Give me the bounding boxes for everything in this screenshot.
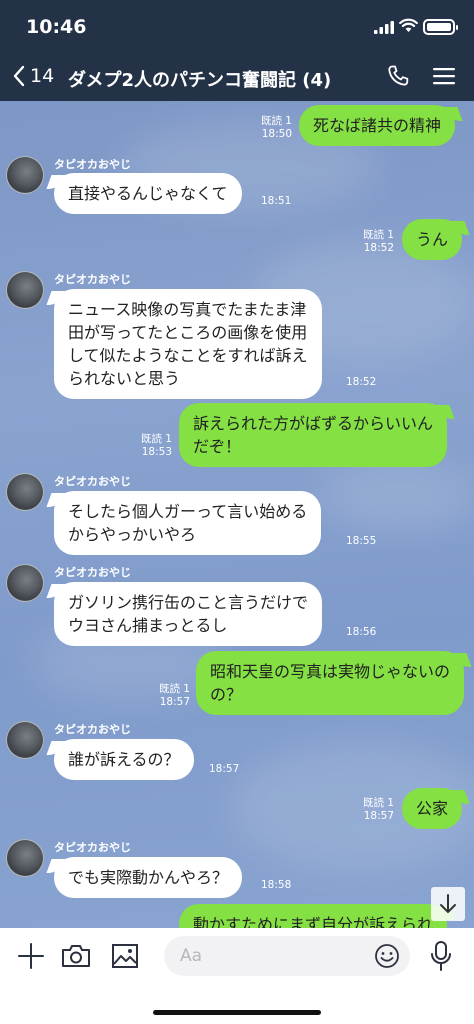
avatar[interactable] [6,839,44,877]
message-meta: 既読 1 18:57 [362,797,394,822]
home-indicator[interactable] [153,1010,321,1015]
message-bubble-incoming[interactable]: ガソリン携行缶のこと言うだけで ウヨさん捕まっとるし [54,582,323,646]
battery-icon [423,19,458,35]
message-bubble-incoming[interactable]: 直接やるんじゃなくて [54,173,242,214]
back-button[interactable]: 14 [12,64,54,88]
message-bubble-outgoing[interactable]: 公家 [402,788,463,829]
menu-icon[interactable] [432,66,456,86]
message-bubble-incoming[interactable]: ニュース映像の写真でたまたま津 田が写ってたところの画像を使用 して似たようなこ… [54,289,322,399]
message-bubble-incoming[interactable]: でも実際動かんやろ？ [54,857,243,898]
message-input[interactable]: Aa [164,936,410,976]
message-time: 18:52 [346,376,377,388]
plus-icon[interactable] [17,942,45,970]
message-meta: 既読 1 18:52 [362,229,394,254]
message-meta: 既読 1 18:53 [140,433,172,458]
avatar[interactable] [6,721,44,759]
chat-title: ダメプ2人のパチンコ奮闘記 (4) [68,70,332,91]
mic-icon[interactable] [430,940,452,972]
status-bar: 10:46 [0,0,474,54]
message-bubble-outgoing[interactable]: うん [402,219,463,260]
chat-header: 14 ダメプ2人のパチンコ奮闘記 (4) [0,54,474,101]
unread-count: 14 [30,65,55,87]
input-placeholder: Aa [180,946,203,966]
emoji-icon[interactable] [374,943,400,969]
message-time: 18:58 [261,879,292,891]
message-time: 18:55 [346,535,377,547]
camera-icon[interactable] [61,943,91,969]
avatar[interactable] [6,156,44,194]
signal-icon [374,21,394,34]
sender-name: タピオカおやじ [54,158,131,171]
avatar[interactable] [6,564,44,602]
status-time: 10:46 [26,16,87,38]
message-bubble-outgoing[interactable]: 訴えられた方がばずるからいいん だぞ！ [179,403,448,467]
message-bubble-outgoing[interactable]: 動かすためにまず自分が訴えられ [179,904,448,928]
message-bubble-incoming[interactable]: 誰が訴えるの？ [54,739,194,780]
wifi-icon [399,18,418,32]
input-bar: Aa [0,928,474,1024]
message-meta: 既読 1 18:50 [260,115,292,140]
sender-name: タピオカおやじ [54,566,131,579]
back-chevron-icon [13,65,25,87]
message-meta: 既読 1 18:57 [158,683,190,708]
avatar[interactable] [6,473,44,511]
message-bubble-incoming[interactable]: そしたら個人ガーって言い始める からやっかいやろ [54,491,322,555]
message-bubble-outgoing[interactable]: 昭和天皇の写真は実物じゃないの の？ [196,651,465,715]
scroll-down-button[interactable] [431,887,465,921]
top-bar: 10:46 14 ダメプ2人のパチンコ奮闘記 (4) [0,0,474,101]
message-time: 18:56 [346,626,377,638]
phone-icon[interactable] [386,64,410,88]
message-time: 18:51 [261,195,292,207]
chat-area[interactable]: 既読 1 18:50 死なば諸共の精神 タピオカおやじ 直接やるんじゃなくて 18… [0,101,474,928]
sender-name: タピオカおやじ [54,723,131,736]
sender-name: タピオカおやじ [54,475,131,488]
avatar[interactable] [6,271,44,309]
image-icon[interactable] [111,943,139,969]
scroll-down-icon [440,894,456,913]
message-bubble-outgoing[interactable]: 死なば諸共の精神 [299,105,456,146]
message-time: 18:57 [209,763,240,775]
sender-name: タピオカおやじ [54,273,131,286]
sender-name: タピオカおやじ [54,841,131,854]
